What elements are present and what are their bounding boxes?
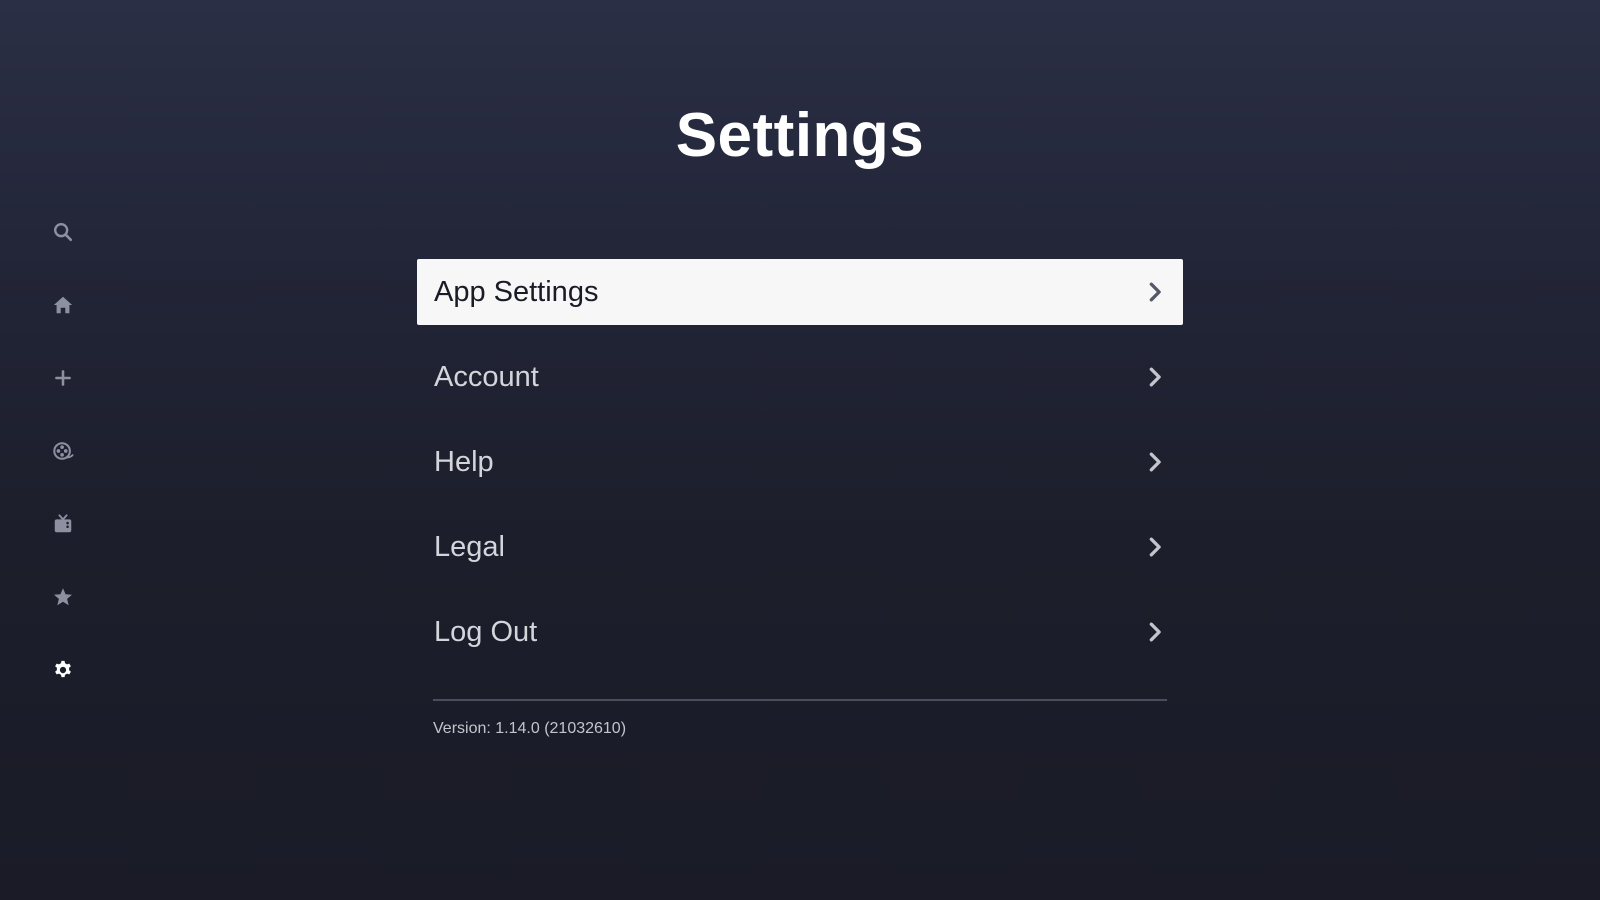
movies-icon	[53, 442, 74, 460]
settings-menu: App Settings Account Help Legal Log Out	[417, 259, 1183, 684]
divider	[433, 699, 1167, 701]
plus-icon	[55, 370, 71, 386]
chevron-right-icon	[1149, 282, 1161, 302]
sidebar-item-settings[interactable]	[43, 650, 83, 690]
chevron-right-icon	[1149, 622, 1161, 642]
sidebar-item-search[interactable]	[43, 212, 83, 252]
menu-item-legal[interactable]: Legal	[417, 514, 1183, 580]
chevron-right-icon	[1149, 537, 1161, 557]
menu-item-help[interactable]: Help	[417, 429, 1183, 495]
sidebar-item-tv[interactable]	[43, 504, 83, 544]
star-icon	[54, 588, 72, 606]
sidebar-item-movies[interactable]	[43, 431, 83, 471]
gear-icon	[55, 660, 71, 678]
menu-item-log-out[interactable]: Log Out	[417, 599, 1183, 665]
menu-item-label: Account	[434, 360, 539, 393]
tv-icon	[54, 514, 72, 533]
home-icon	[53, 296, 73, 314]
menu-item-label: Log Out	[434, 615, 538, 648]
menu-item-app-settings[interactable]: App Settings	[417, 259, 1183, 325]
sidebar-item-originals[interactable]	[43, 577, 83, 617]
page-title: Settings	[675, 101, 925, 170]
menu-item-label: Legal	[434, 530, 505, 563]
version-text: Version: 1.14.0 (21032610)	[433, 720, 627, 737]
chevron-right-icon	[1149, 367, 1161, 387]
menu-item-label: Help	[434, 445, 494, 478]
sidebar-item-watchlist[interactable]	[43, 358, 83, 398]
menu-item-account[interactable]: Account	[417, 344, 1183, 410]
chevron-right-icon	[1149, 452, 1161, 472]
search-icon	[54, 223, 73, 242]
menu-item-label: App Settings	[434, 275, 599, 308]
sidebar-item-home[interactable]	[43, 285, 83, 325]
